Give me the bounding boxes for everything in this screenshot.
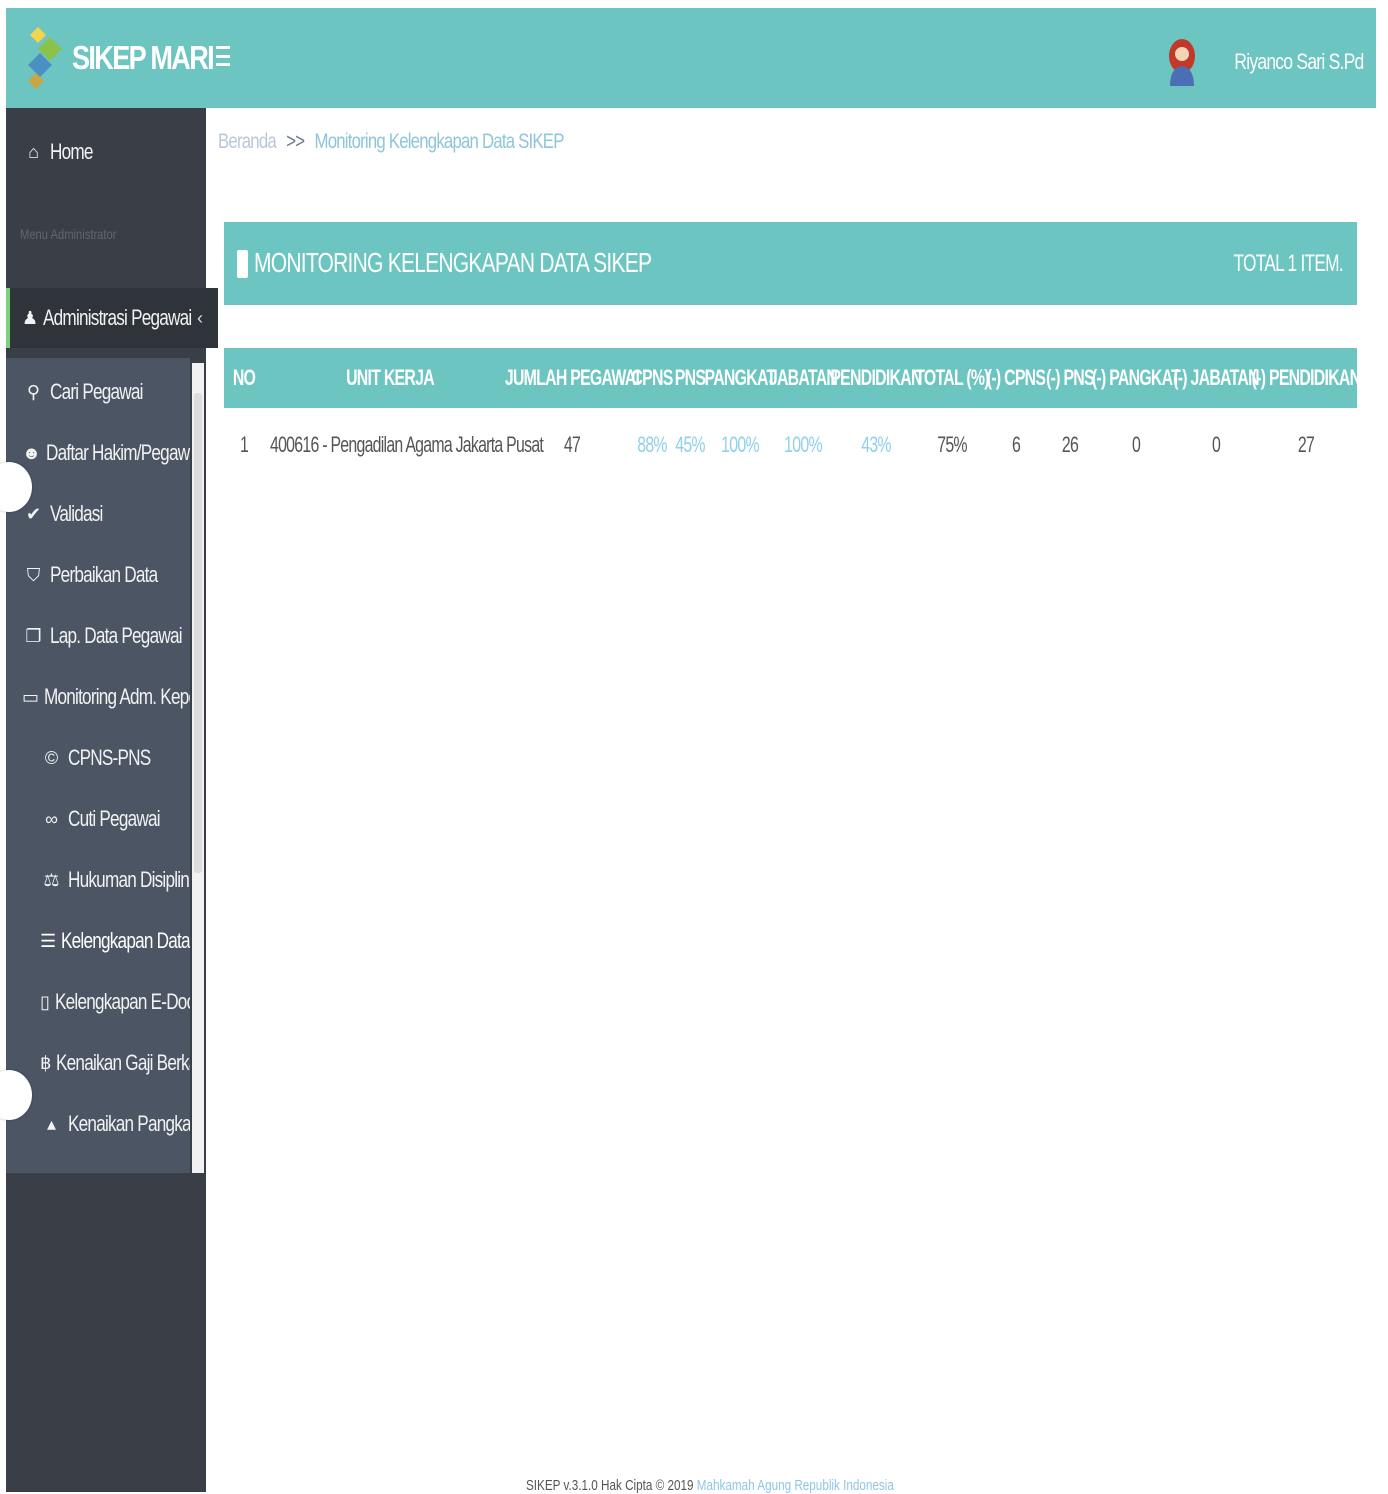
menu-toggle-icon[interactable]: [216, 46, 230, 66]
table-row: 1 400616 - Pengadilan Agama Jakarta Pusa…: [224, 420, 1357, 470]
table-header: NO UNIT KERJA JUMLAH PEGAWAI CPNS PNS PA…: [224, 348, 1361, 408]
user-name: Riyanco Sari S.Pd: [1234, 49, 1365, 74]
sidebar-item-hukuman-disiplin[interactable]: ⚖ Hukuman Disiplin: [6, 850, 190, 910]
footer: SIKEP v.3.1.0 Hak Cipta © 2019 Mahkamah …: [526, 1477, 894, 1494]
top-navbar: SIKEP MARI Riyanco Sari S.Pd: [6, 8, 1376, 108]
sidebar-item-monitoring[interactable]: ▭ Monitoring Adm. Kepeg.: [6, 667, 190, 727]
sidebar-scrollbar[interactable]: [192, 363, 204, 1173]
sidebar-item-cari-pegawai[interactable]: ⚲ Cari Pegawai: [6, 362, 190, 422]
file-pdf-icon: ▯: [40, 991, 50, 1012]
column-header[interactable]: PANGKAT: [705, 365, 777, 391]
cell-minus-jabatan: 0: [1211, 432, 1221, 457]
cell-jabatan-link[interactable]: 100%: [784, 432, 822, 458]
cell-cpns-link[interactable]: 88%: [637, 432, 667, 458]
cell-no: 1: [239, 432, 249, 457]
binoculars-icon: ∞: [45, 808, 58, 829]
sidebar-item-kenaikan-gaji[interactable]: ฿ Kenaikan Gaji Berkala: [6, 1033, 190, 1093]
bitcoin-icon: ฿: [40, 1052, 51, 1073]
home-icon: ⌂: [28, 141, 39, 162]
scroll-thumb[interactable]: [194, 393, 202, 873]
column-header[interactable]: JABATAN: [769, 365, 838, 391]
brand[interactable]: SIKEP MARI: [28, 26, 244, 90]
avatar: [1169, 39, 1196, 86]
sidebar-item-cpns-pns[interactable]: © CPNS-PNS: [6, 728, 190, 788]
cell-minus-cpns: 6: [1011, 432, 1021, 457]
sidebar-item-cuti-pegawai[interactable]: ∞ Cuti Pegawai: [6, 789, 190, 849]
user-menu[interactable]: Riyanco Sari S.Pd: [1168, 38, 1365, 86]
sidebar-item-daftar-hakim[interactable]: ☻ Daftar Hakim/Pegawai: [6, 423, 190, 483]
column-header[interactable]: TOTAL (%): [915, 365, 989, 391]
logo-icon: [28, 27, 62, 89]
column-header[interactable]: CPNS: [631, 365, 673, 391]
monitor-icon: ▭: [22, 686, 39, 707]
column-header[interactable]: (-) CPNS: [987, 365, 1046, 391]
cell-pendidikan-link[interactable]: 43%: [861, 432, 891, 458]
copy-icon: ❐: [25, 625, 41, 646]
column-header[interactable]: (-) PANGKAT: [1092, 365, 1181, 391]
column-header[interactable]: (-) JABATAN: [1173, 365, 1259, 391]
column-header[interactable]: PNS: [675, 365, 706, 391]
check-icon: ✔: [25, 503, 41, 524]
column-header[interactable]: NO: [233, 365, 256, 391]
column-header[interactable]: UNIT KERJA: [346, 365, 435, 391]
sidebar-item-perbaikan-data[interactable]: ⛉ Perbaikan Data: [6, 545, 190, 605]
column-header[interactable]: (-) PNS: [1046, 365, 1094, 391]
total-count: TOTAL 1 ITEM.: [1233, 250, 1344, 277]
database-icon: [237, 250, 248, 278]
cell-jumlah-pegawai: 47: [563, 432, 581, 457]
shield-check-icon: ⛉: [26, 564, 41, 585]
users-icon: ☻: [22, 442, 41, 463]
user-icon: ♟: [22, 307, 38, 328]
sidebar-item-lap-data-pegawai[interactable]: ❐ Lap. Data Pegawai ‹: [6, 606, 190, 666]
breadcrumb: Beranda >> Monitoring Kelengkapan Data S…: [218, 130, 564, 154]
chevron-left-icon: ‹: [197, 307, 203, 328]
breadcrumb-current: Monitoring Kelengkapan Data SIKEP: [314, 130, 565, 153]
column-header[interactable]: JUMLAH PEGAWAI: [505, 365, 640, 391]
submenu-administrasi: ⚲ Cari Pegawai ☻ Daftar Hakim/Pegawai ✔ …: [6, 358, 190, 1173]
sidebar-item-validasi[interactable]: ✔ Validasi: [6, 484, 190, 544]
column-header[interactable]: PENDIDIKAN: [830, 365, 922, 391]
caret-up-icon: ▴: [46, 1113, 56, 1134]
cell-total: 75%: [937, 432, 967, 457]
brand-name: SIKEP MARI: [72, 39, 215, 76]
database-icon: ☰: [40, 930, 56, 951]
menu-header: Menu Administrator: [20, 226, 117, 242]
balance-scale-icon: ⚖: [43, 869, 59, 890]
cell-pns-link[interactable]: 45%: [675, 432, 705, 458]
panel-header: MONITORING KELENGKAPAN DATA SIKEP TOTAL …: [224, 222, 1357, 305]
sidebar-item-home[interactable]: ⌂ Home: [6, 122, 222, 182]
breadcrumb-home[interactable]: Beranda: [218, 130, 277, 153]
copyright-icon: ©: [44, 747, 58, 768]
cell-unit-kerja: 400616 - Pengadilan Agama Jakarta Pusat: [270, 432, 544, 457]
cell-minus-pendidikan: 27: [1297, 432, 1315, 457]
cell-pangkat-link[interactable]: 100%: [721, 432, 759, 458]
breadcrumb-separator: >>: [286, 130, 305, 153]
sidebar-item-kenaikan-pangkat[interactable]: ▴ Kenaikan Pangkat: [6, 1094, 190, 1154]
sidebar-item-administrasi-pegawai[interactable]: ♟ Administrasi Pegawai ‹: [6, 288, 218, 348]
cell-minus-pns: 26: [1061, 432, 1079, 457]
sidebar-item-kelengkapan-data[interactable]: ☰ Kelengkapan Data SIKEP: [6, 911, 190, 971]
footer-text: SIKEP v.3.1.0 Hak Cipta © 2019: [526, 1477, 697, 1494]
footer-org-link[interactable]: Mahkamah Agung Republik Indonesia: [697, 1477, 894, 1494]
sidebar-item-kelengkapan-edoc[interactable]: ▯ Kelengkapan E-Doc SIKEP: [6, 972, 190, 1032]
sidebar: ⌂ Home Menu Administrator ♟ Administrasi…: [6, 108, 218, 1492]
panel-title: MONITORING KELENGKAPAN DATA SIKEP: [254, 247, 652, 278]
cell-minus-pangkat: 0: [1131, 432, 1141, 457]
column-header[interactable]: (-) PENDIDIKAN: [1252, 365, 1361, 391]
search-icon: ⚲: [26, 381, 40, 402]
